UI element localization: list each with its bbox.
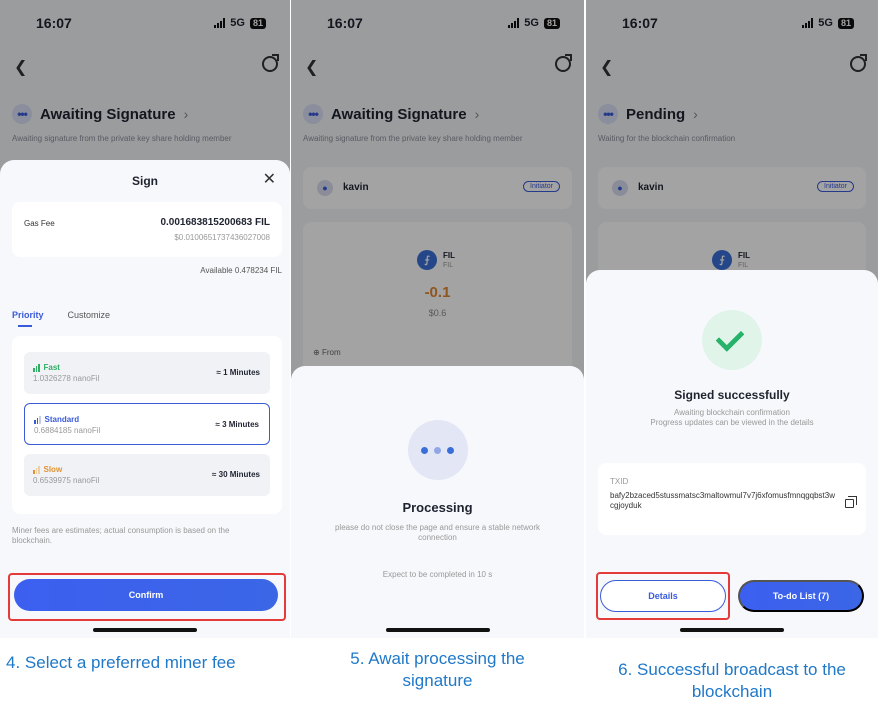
available-balance: Available 0.478234 FIL <box>200 266 282 275</box>
copy-icon[interactable] <box>845 496 857 508</box>
processing-title: Processing <box>402 500 473 515</box>
step-caption: 5. Await processing the signature <box>350 649 525 690</box>
gas-fee-label: Gas Fee <box>24 219 55 228</box>
fee-rate: 0.6539975 nanoFil <box>33 476 100 485</box>
fee-options: Fast 1.0326278 nanoFil ≈ 1 Minutes Stand… <box>12 336 282 514</box>
step-caption: 4. Select a preferred miner fee <box>6 653 236 672</box>
processing-sheet: Processing please do not close the page … <box>291 366 584 638</box>
step-caption: 6. Successful broadcast to the blockchai… <box>618 660 846 701</box>
fee-rate: 1.0326278 nanoFil <box>33 374 100 383</box>
screen-success: 16:07 5G 81 ❮ ••• Pending › Waiting for … <box>586 0 878 638</box>
fee-option-slow[interactable]: Slow 0.6539975 nanoFil ≈ 30 Minutes <box>24 454 270 496</box>
fee-option-standard[interactable]: Standard 0.6884185 nanoFil ≈ 3 Minutes <box>24 403 270 445</box>
screen-processing: 16:07 5G 81 ❮ ••• Awaiting Signature › A… <box>291 0 584 638</box>
home-indicator <box>385 628 490 632</box>
fee-name: Slow <box>43 465 63 474</box>
txid-card: TXID bafy2bzaced5stussmatsc3maltowmul7v7… <box>598 463 866 535</box>
tab-priority[interactable]: Priority <box>12 310 44 327</box>
success-sheet: Signed successfully Awaiting blockchain … <box>586 270 878 638</box>
confirm-button[interactable]: Confirm <box>14 579 278 611</box>
fee-time: ≈ 3 Minutes <box>215 420 259 429</box>
gas-fee-card: Gas Fee 0.001683815200683 FIL $0.0100651… <box>12 202 282 257</box>
fee-rate: 0.6884185 nanoFil <box>34 426 101 435</box>
todo-list-button[interactable]: To-do List (7) <box>738 580 864 612</box>
sheet-title: Sign <box>132 174 158 188</box>
home-indicator <box>680 628 784 632</box>
tab-customize[interactable]: Customize <box>68 310 111 320</box>
close-icon[interactable]: ✕ <box>263 172 276 188</box>
processing-note: please do not close the page and ensure … <box>334 523 541 542</box>
check-icon <box>702 310 762 370</box>
home-indicator <box>93 628 197 632</box>
fee-tabs: Priority Customize <box>12 310 111 327</box>
screen-select-fee: 16:07 5G 81 ❮ ••• Awaiting Signature › A… <box>0 0 290 638</box>
speed-bars-icon <box>33 465 40 474</box>
fee-time: ≈ 1 Minutes <box>216 368 260 377</box>
miner-fee-note: Miner fees are estimates; actual consump… <box>12 526 230 545</box>
success-subtitle: Awaiting blockchain confirmation <box>674 408 790 417</box>
success-note: Progress updates can be viewed in the de… <box>650 418 814 427</box>
speed-bars-icon <box>33 363 40 372</box>
sign-sheet: Sign ✕ Gas Fee 0.001683815200683 FIL $0.… <box>0 160 290 638</box>
speed-bars-icon <box>34 415 41 424</box>
loading-dots-icon <box>407 420 468 480</box>
fee-time: ≈ 30 Minutes <box>212 470 260 479</box>
gas-fee-usd: $0.0100651737436027008 <box>174 233 270 242</box>
fee-option-fast[interactable]: Fast 1.0326278 nanoFil ≈ 1 Minutes <box>24 352 270 394</box>
success-title: Signed successfully <box>674 388 790 402</box>
txid-value: bafy2bzaced5stussmatsc3maltowmul7v7j6xfo… <box>610 491 835 510</box>
details-button[interactable]: Details <box>600 580 726 612</box>
fee-name: Fast <box>43 363 60 372</box>
fee-name: Standard <box>44 415 80 424</box>
gas-fee-value: 0.001683815200683 FIL <box>160 217 270 228</box>
txid-label: TXID <box>610 477 629 486</box>
processing-expect: Expect to be completed in 10 s <box>382 570 493 579</box>
